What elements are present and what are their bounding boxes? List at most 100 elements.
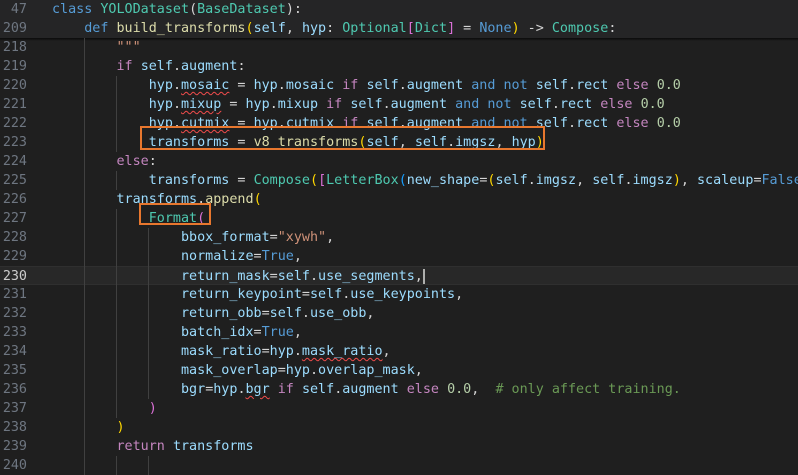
code-token: hyp bbox=[254, 78, 278, 93]
code-line[interactable]: 233 batch_idx=True, bbox=[0, 323, 798, 342]
code-line[interactable]: 225 transforms = Compose([LetterBox(new_… bbox=[0, 171, 798, 190]
code-token: = bbox=[254, 249, 262, 264]
code-line[interactable]: 227 Format( bbox=[0, 209, 798, 228]
code-token: . bbox=[399, 116, 407, 131]
code-token: ) bbox=[673, 173, 681, 188]
code-token: cutmix bbox=[181, 116, 229, 131]
code-line[interactable]: 218 """ bbox=[0, 38, 798, 57]
code-line[interactable]: 220 hyp.mosaic = hyp.mosaic if self.augm… bbox=[0, 76, 798, 95]
code-token: : bbox=[237, 59, 245, 74]
indent-guide bbox=[116, 228, 117, 247]
code-token: = bbox=[221, 97, 245, 112]
code-text: ) bbox=[52, 399, 157, 418]
code-line[interactable]: 232 return_obb=self.use_obb, bbox=[0, 304, 798, 323]
indent-guide bbox=[84, 57, 85, 76]
indent-guide bbox=[84, 437, 85, 456]
code-token: "xywh" bbox=[278, 230, 326, 245]
line-number: 228 bbox=[0, 228, 27, 247]
line-number: 221 bbox=[0, 95, 27, 114]
code-line[interactable]: 223 transforms = v8_transforms(self, sel… bbox=[0, 133, 798, 152]
code-line[interactable]: 238 ) bbox=[0, 418, 798, 437]
code-text: """ bbox=[52, 38, 141, 57]
code-token: self bbox=[350, 97, 382, 112]
code-token: 0.0 bbox=[641, 97, 665, 112]
code-token: imgsz bbox=[633, 173, 673, 188]
indent-guide bbox=[84, 228, 85, 247]
code-token: cutmix bbox=[286, 116, 334, 131]
code-line[interactable]: 239 return transforms bbox=[0, 437, 798, 456]
code-token: 0.0 bbox=[657, 116, 681, 131]
code-text: mask_overlap=hyp.overlap_mask, bbox=[52, 361, 423, 380]
indent-guide bbox=[116, 209, 117, 228]
code-token: overlap_mask bbox=[318, 363, 415, 378]
indent-guide bbox=[84, 133, 85, 152]
code-token: normalize bbox=[52, 249, 254, 264]
code-token: def bbox=[52, 21, 117, 36]
indent-guide bbox=[148, 247, 149, 266]
code-token: LetterBox bbox=[326, 173, 399, 188]
code-token: self bbox=[536, 116, 568, 131]
code-line[interactable]: 226 transforms.append( bbox=[0, 190, 798, 209]
code-line[interactable]: 230 return_mask=self.use_segments, bbox=[0, 266, 798, 285]
code-token: self bbox=[366, 116, 398, 131]
indent-guide bbox=[84, 266, 85, 285]
code-token: hyp bbox=[213, 382, 237, 397]
code-token: """ bbox=[52, 40, 141, 55]
code-token: hyp bbox=[254, 116, 278, 131]
code-line[interactable]: 235 mask_overlap=hyp.overlap_mask, bbox=[0, 361, 798, 380]
code-token: mixup bbox=[181, 97, 221, 112]
code-line[interactable]: 222 hyp.cutmix = hyp.cutmix if self.augm… bbox=[0, 114, 798, 133]
code-line[interactable]: 229 normalize=True, bbox=[0, 247, 798, 266]
code-token: [ bbox=[407, 21, 415, 36]
code-token: self bbox=[592, 173, 624, 188]
code-text: mask_ratio=hyp.mask_ratio, bbox=[52, 342, 391, 361]
code-token: = bbox=[278, 363, 286, 378]
code-token: 0.0 bbox=[447, 382, 471, 397]
indent-guide bbox=[84, 361, 85, 380]
line-number: 227 bbox=[0, 209, 27, 228]
code-line[interactable]: 231 return_keypoint=self.use_keypoints, bbox=[0, 285, 798, 304]
text-cursor bbox=[423, 269, 425, 284]
code-line[interactable]: 224 else: bbox=[0, 152, 798, 171]
code-token: . bbox=[173, 78, 181, 93]
code-token: = bbox=[270, 230, 278, 245]
code-token: , bbox=[294, 249, 302, 264]
code-token: BaseDataset bbox=[197, 2, 286, 17]
code-token: else bbox=[52, 154, 149, 169]
code-line[interactable]: 237 ) bbox=[0, 399, 798, 418]
indent-guide bbox=[148, 361, 149, 380]
line-number: 240 bbox=[0, 456, 27, 475]
indent-guide bbox=[84, 209, 85, 228]
code-token: [ bbox=[318, 173, 326, 188]
code-token: self bbox=[141, 59, 173, 74]
code-line[interactable]: 209 def build_transforms(self, hyp: Opti… bbox=[0, 19, 798, 38]
code-line[interactable]: 228 bbox_format="xywh", bbox=[0, 228, 798, 247]
code-line[interactable]: 236 bgr=hyp.bgr if self.augment else 0.0… bbox=[0, 380, 798, 399]
code-token: = bbox=[302, 287, 310, 302]
code-token: Dict bbox=[415, 21, 447, 36]
code-line[interactable]: 240 bbox=[0, 456, 798, 475]
code-text: else: bbox=[52, 152, 157, 171]
code-token: , bbox=[471, 382, 495, 397]
code-token: . bbox=[399, 78, 407, 93]
code-token: return bbox=[52, 439, 173, 454]
code-line[interactable]: 234 mask_ratio=hyp.mask_ratio, bbox=[0, 342, 798, 361]
code-token: hyp bbox=[286, 363, 310, 378]
line-number: 218 bbox=[0, 38, 27, 57]
code-token: = bbox=[229, 173, 253, 188]
code-token: and not bbox=[447, 97, 520, 112]
code-line[interactable]: 219 if self.augment: bbox=[0, 57, 798, 76]
indent-guide bbox=[116, 361, 117, 380]
code-token: = bbox=[229, 116, 253, 131]
code-token: = bbox=[229, 135, 253, 150]
code-token: batch_idx bbox=[52, 325, 254, 340]
code-token: . bbox=[447, 135, 455, 150]
code-editor[interactable]: 47class YOLODataset(BaseDataset):209 def… bbox=[0, 0, 798, 458]
code-token: new_shape bbox=[407, 173, 480, 188]
code-line[interactable]: 221 hyp.mixup = hyp.mixup if self.augmen… bbox=[0, 95, 798, 114]
code-token: 0.0 bbox=[657, 78, 681, 93]
code-token: hyp bbox=[512, 135, 536, 150]
code-token: scaleup bbox=[697, 173, 753, 188]
code-line[interactable]: 47class YOLODataset(BaseDataset): bbox=[0, 0, 798, 19]
code-token: mosaic bbox=[181, 78, 229, 93]
